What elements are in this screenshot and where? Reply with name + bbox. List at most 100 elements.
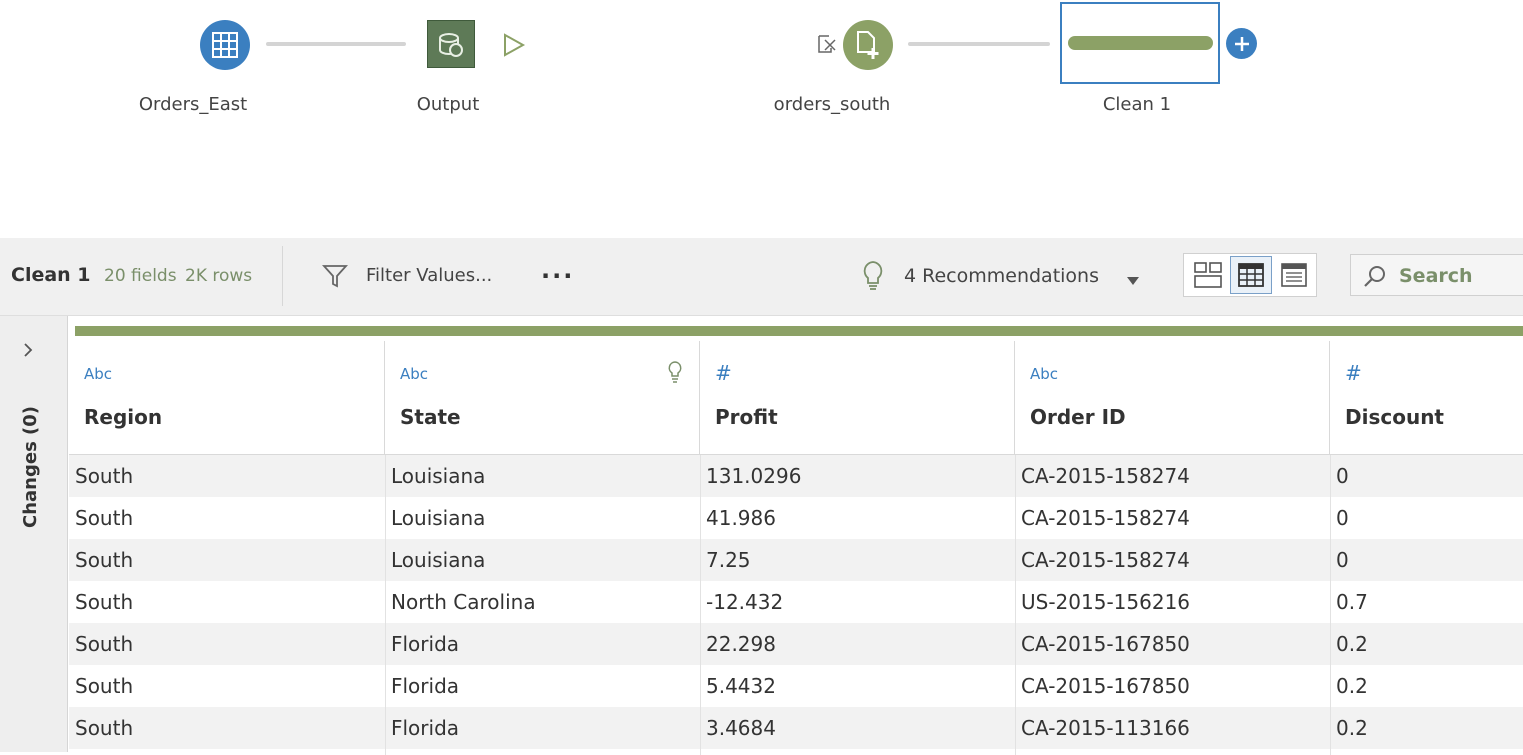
plus-icon [1234,36,1249,51]
column-header-profit[interactable]: # Profit [700,341,1015,455]
column-name: Profit [715,405,778,429]
profile-view-button[interactable] [1187,256,1229,294]
recommendations-button[interactable]: 4 Recommendations [904,265,1099,287]
table-cell[interactable]: Louisiana [391,548,485,572]
table-view-button[interactable] [1230,256,1272,294]
table-cell[interactable]: 0.7 [1336,590,1368,614]
table-row: South Florida 5.4432 CA-2015-167850 0.2 [69,665,1523,707]
column-name: Discount [1345,405,1444,429]
table-cell[interactable]: South [75,506,133,530]
search-label: Search [1399,265,1473,287]
table-row: South Louisiana 7.25 CA-2015-158274 0 [69,539,1523,581]
number-type-icon[interactable]: # [715,361,732,385]
column-header-order-id[interactable]: Abc Order ID [1015,341,1330,455]
more-options-button[interactable]: ... [541,256,574,284]
table-cell[interactable]: Louisiana [391,464,485,488]
clean-step-node[interactable] [1060,2,1220,84]
string-type-icon[interactable]: Abc [84,365,112,383]
table-cell[interactable]: Florida [391,674,459,698]
flow-canvas: Orders_East Output orders_south Clean 1 [0,0,1523,238]
table-row: South North Carolina -12.432 US-2015-156216… [69,581,1523,623]
table-cell[interactable]: 0 [1336,506,1349,530]
column-header-region[interactable]: Abc Region [69,341,385,455]
changes-pane: Changes (0) [0,316,68,752]
table-cell[interactable]: Florida [391,632,459,656]
table-row: South Florida 3.4684 CA-2015-113166 0.2 [69,707,1523,749]
column-header-state[interactable]: Abc State [385,341,700,455]
table-cell[interactable]: US-2015-156216 [1021,590,1190,614]
table-view-icon [1238,263,1264,287]
run-flow-icon[interactable] [502,33,526,61]
table-cell[interactable]: North Carolina [391,590,536,614]
column-name: Order ID [1030,405,1126,429]
table-cell[interactable]: 7.25 [706,548,751,572]
table-cell[interactable]: -12.432 [706,590,783,614]
orders-east-node[interactable] [200,20,250,70]
table-cell[interactable]: 41.986 [706,506,776,530]
string-type-icon[interactable]: Abc [400,365,428,383]
string-type-icon[interactable]: Abc [1030,365,1058,383]
table-cell[interactable]: 3.4684 [706,716,776,740]
node-label-clean-1: Clean 1 [1102,94,1172,115]
table-cell[interactable]: South [75,548,133,572]
orders-south-node[interactable] [843,20,893,70]
table-cell[interactable]: 0 [1336,464,1349,488]
search-icon [1364,266,1385,287]
table-cell[interactable]: 0.2 [1336,632,1368,656]
output-node[interactable] [427,20,475,68]
changes-label[interactable]: Changes (0) [20,406,41,528]
connector-line [266,42,406,46]
table-cell[interactable]: 5.4432 [706,674,776,698]
table-cell[interactable]: CA-2015-167850 [1021,632,1190,656]
view-toggle-group [1183,253,1317,297]
table-cell[interactable]: South [75,590,133,614]
column-divider [1015,455,1016,755]
step-title: Clean 1 [11,264,91,286]
node-label-orders-south: orders_south [773,94,891,115]
search-field[interactable]: Search [1350,254,1523,296]
toolbar-divider [282,246,283,306]
table-cell[interactable]: 131.0296 [706,464,801,488]
table-cell[interactable]: South [75,464,133,488]
table-cell[interactable]: South [75,716,133,740]
table-row: South Florida 22.298 CA-2015-167850 0.2 [69,623,1523,665]
table-row: South Louisiana 41.986 CA-2015-158274 0 [69,497,1523,539]
column-header-discount[interactable]: # Discount [1330,341,1523,455]
table-cell[interactable]: CA-2015-167850 [1021,674,1190,698]
table-cell[interactable]: South [75,674,133,698]
recommendation-bulb-icon[interactable] [667,361,683,387]
table-cell[interactable]: 0 [1336,548,1349,572]
remove-input-icon[interactable] [817,34,839,58]
clean-step-icon [1067,36,1213,50]
table-cell[interactable]: CA-2015-158274 [1021,506,1190,530]
expand-changes-button[interactable] [22,342,34,362]
filter-icon[interactable] [321,263,349,293]
column-divider [700,455,701,755]
list-view-button[interactable] [1273,256,1315,294]
add-step-button[interactable] [1226,28,1257,59]
table-icon [212,32,238,58]
connector-line [908,42,1050,46]
output-icon [439,33,463,57]
chevron-down-icon[interactable] [1126,271,1140,290]
filter-values-button[interactable]: Filter Values... [366,265,492,286]
column-name: State [400,405,461,429]
column-name: Region [84,405,163,429]
table-cell[interactable]: CA-2015-158274 [1021,464,1190,488]
table-cell[interactable]: Louisiana [391,506,485,530]
step-color-bar [75,326,1523,336]
table-cell[interactable]: Florida [391,716,459,740]
table-cell[interactable]: South [75,632,133,656]
file-add-icon [857,31,879,59]
table-cell[interactable]: 22.298 [706,632,776,656]
node-label-output: Output [416,94,480,115]
table-cell[interactable]: CA-2015-158274 [1021,548,1190,572]
table-cell[interactable]: 0.2 [1336,674,1368,698]
table-cell[interactable]: CA-2015-113166 [1021,716,1190,740]
table-row: South Louisiana 131.0296 CA-2015-158274 0 [69,455,1523,497]
table-cell[interactable]: 0.2 [1336,716,1368,740]
column-divider [385,455,386,755]
profile-view-icon [1194,262,1222,288]
field-count: 20 fields [104,266,177,286]
number-type-icon[interactable]: # [1345,361,1362,385]
